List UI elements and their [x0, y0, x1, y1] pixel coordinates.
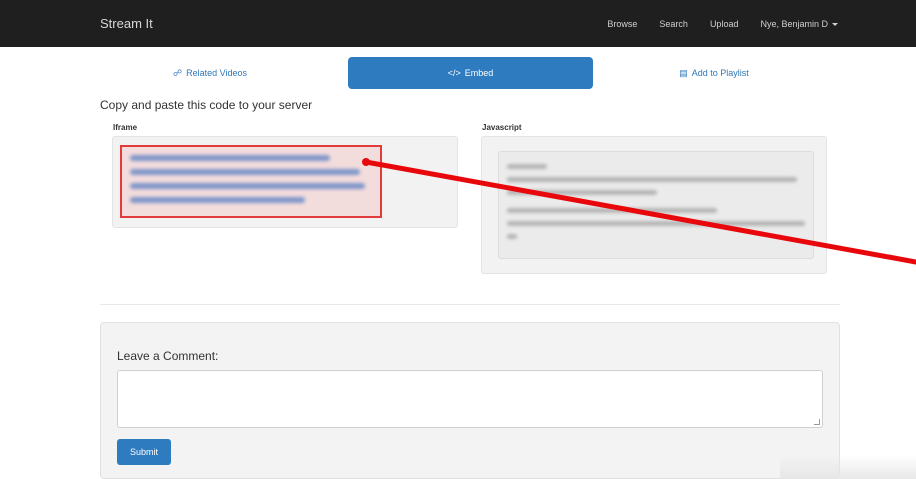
bottom-fade: [780, 455, 916, 479]
blurred-code-line: [507, 164, 547, 169]
link-icon: ☍: [172, 67, 183, 78]
tab-add-to-playlist[interactable]: ▤ Add to Playlist: [604, 57, 824, 89]
user-menu[interactable]: Nye, Benjamin D: [760, 19, 838, 29]
blurred-code-line: [130, 155, 330, 161]
tab-playlist-label: Add to Playlist: [691, 68, 749, 78]
javascript-label: Javascript: [482, 123, 522, 132]
blurred-code-line: [507, 221, 805, 226]
nav-browse[interactable]: Browse: [607, 19, 637, 29]
nav-links: Browse Search Upload Nye, Benjamin D: [607, 0, 916, 47]
blurred-code-line: [507, 177, 797, 182]
blurred-code-line: [130, 169, 360, 175]
blurred-code-line: [507, 208, 717, 213]
embed-heading: Copy and paste this code to your server: [100, 98, 313, 112]
iframe-code-textarea[interactable]: [120, 145, 382, 218]
javascript-code-textarea[interactable]: [498, 151, 814, 259]
blurred-code-line: [130, 197, 305, 203]
blurred-code-line: [507, 190, 657, 195]
javascript-code-panel: [481, 136, 827, 274]
tab-embed[interactable]: </> Embed: [348, 57, 593, 89]
caret-down-icon: [832, 22, 838, 26]
nav-search[interactable]: Search: [659, 19, 688, 29]
submit-button[interactable]: Submit: [117, 439, 171, 465]
blurred-code-line: [130, 183, 365, 189]
tab-related-videos[interactable]: ☍ Related Videos: [100, 57, 320, 89]
user-name: Nye, Benjamin D: [760, 18, 828, 29]
blurred-code-line: [507, 234, 517, 239]
brand-logo[interactable]: Stream It: [100, 16, 153, 31]
tab-related-label: Related Videos: [186, 68, 247, 78]
resize-handle-icon[interactable]: [814, 419, 820, 425]
comment-textarea[interactable]: [117, 370, 823, 428]
top-navbar: Stream It Browse Search Upload Nye, Benj…: [0, 0, 916, 47]
list-icon: ▤: [679, 67, 688, 78]
code-icon: </>: [447, 68, 461, 78]
comment-title: Leave a Comment:: [117, 349, 219, 363]
section-divider: [100, 304, 840, 305]
nav-upload[interactable]: Upload: [710, 19, 739, 29]
tab-embed-label: Embed: [464, 68, 494, 78]
iframe-label: Iframe: [113, 123, 138, 132]
